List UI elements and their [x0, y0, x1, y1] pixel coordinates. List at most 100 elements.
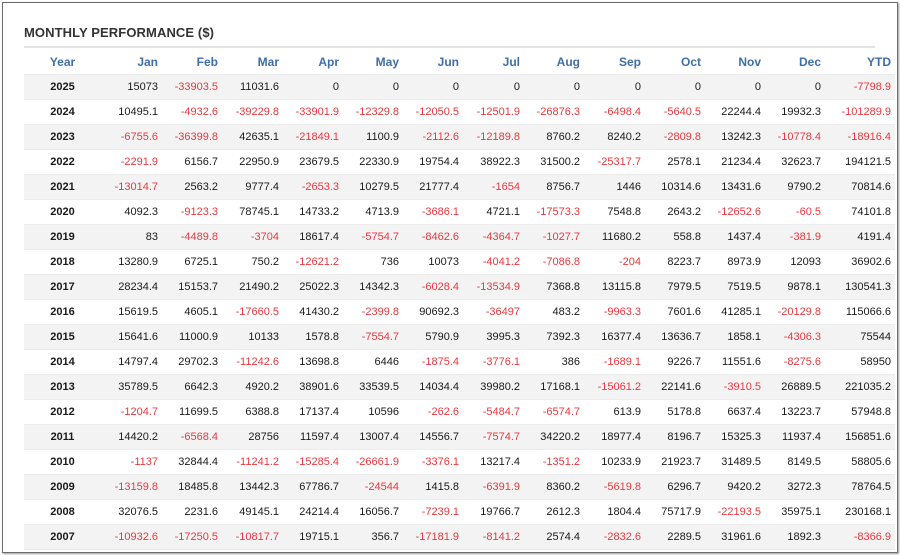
value-cell-ytd: -8366.9 — [825, 524, 895, 550]
value-cell-sep: -25317.7 — [584, 149, 645, 175]
value-cell-nov: 13431.6 — [705, 174, 765, 200]
value-cell-dec: -8275.6 — [765, 349, 825, 375]
value-cell-jun: -3686.1 — [403, 199, 463, 225]
value-cell-oct: 7979.5 — [645, 274, 705, 300]
value-cell-feb: -4932.6 — [162, 99, 222, 125]
value-cell-jan: 14420.2 — [101, 424, 162, 450]
value-cell-apr: 19715.1 — [283, 524, 343, 550]
value-cell-jun: 0 — [403, 74, 463, 100]
value-cell-mar: 49145.1 — [222, 499, 283, 525]
panel-title: MONTHLY PERFORMANCE ($) — [24, 25, 215, 40]
value-cell-ytd: 130541.3 — [825, 274, 895, 300]
value-cell-sep: 1804.4 — [584, 499, 645, 525]
value-cell-may: 356.7 — [343, 524, 403, 550]
value-cell-aug: 7392.3 — [524, 324, 584, 350]
value-cell-nov: 22244.4 — [705, 99, 765, 125]
table-body: 2025 15073 -33903.5 11031.6 0 0 0 0 0 0 0 0 0 -7798.9… — [24, 74, 895, 550]
value-cell-nov: 9420.2 — [705, 474, 765, 500]
value-cell-ytd: 4191.4 — [825, 224, 895, 250]
value-cell-feb: 11000.9 — [162, 324, 222, 350]
value-cell-mar: -11241.2 — [222, 449, 283, 475]
value-cell-apr: -2653.3 — [283, 174, 343, 200]
value-cell-ytd: 115066.6 — [825, 299, 895, 325]
value-cell-apr: 41430.2 — [283, 299, 343, 325]
table-row: 2012 -1204.7 11699.5 6388.8 17137.4 10596 -262… — [24, 399, 895, 425]
column-header-aug[interactable]: Aug — [524, 49, 584, 75]
year-cell: 2010 — [24, 449, 101, 475]
value-cell-oct: 5178.8 — [645, 399, 705, 425]
value-cell-mar: 42635.1 — [222, 124, 283, 150]
value-cell-dec: -60.5 — [765, 199, 825, 225]
table-row: 2009 -13159.8 18485.8 13442.3 67786.7 -24544 1… — [24, 474, 895, 500]
column-header-jan[interactable]: Jan — [101, 49, 162, 75]
value-cell-sep: -15061.2 — [584, 374, 645, 400]
column-header-jul[interactable]: Jul — [463, 49, 524, 75]
value-cell-apr: -15285.4 — [283, 449, 343, 475]
value-cell-jun: 90692.3 — [403, 299, 463, 325]
year-cell: 2014 — [24, 349, 101, 375]
value-cell-jan: 32076.5 — [101, 499, 162, 525]
column-header-feb[interactable]: Feb — [162, 49, 222, 75]
value-cell-aug: 483.2 — [524, 299, 584, 325]
value-cell-feb: 6156.7 — [162, 149, 222, 175]
value-cell-jul: -1654 — [463, 174, 524, 200]
table-row: 2024 10495.1 -4932.6 -39229.8 -33901.9 -12329… — [24, 99, 895, 125]
year-cell: 2024 — [24, 99, 101, 125]
value-cell-may: 10596 — [343, 399, 403, 425]
value-cell-mar: 750.2 — [222, 249, 283, 275]
value-cell-jul: 4721.1 — [463, 199, 524, 225]
value-cell-jan: 35789.5 — [101, 374, 162, 400]
table-row: 2007 -10932.6 -17250.5 -10817.7 19715.1 356.7… — [24, 524, 895, 550]
value-cell-feb: 2563.2 — [162, 174, 222, 200]
value-cell-jan: 10495.1 — [101, 99, 162, 125]
year-cell: 2019 — [24, 224, 101, 250]
value-cell-may: -2399.8 — [343, 299, 403, 325]
column-header-oct[interactable]: Oct — [645, 49, 705, 75]
value-cell-jan: -1137 — [101, 449, 162, 475]
column-header-dec[interactable]: Dec — [765, 49, 825, 75]
column-header-may[interactable]: May — [343, 49, 403, 75]
value-cell-ytd: 194121.5 — [825, 149, 895, 175]
value-cell-may: 10279.5 — [343, 174, 403, 200]
value-cell-may: -24544 — [343, 474, 403, 500]
column-header-ytd[interactable]: YTD — [825, 49, 895, 75]
year-cell: 2007 — [24, 524, 101, 550]
value-cell-apr: 14733.2 — [283, 199, 343, 225]
value-cell-aug: -1027.7 — [524, 224, 584, 250]
value-cell-nov: 31489.5 — [705, 449, 765, 475]
value-cell-nov: -22193.5 — [705, 499, 765, 525]
value-cell-aug: 0 — [524, 74, 584, 100]
year-cell: 2021 — [24, 174, 101, 200]
column-header-jun[interactable]: Jun — [403, 49, 463, 75]
value-cell-aug: -7086.8 — [524, 249, 584, 275]
value-cell-oct: -5640.5 — [645, 99, 705, 125]
value-cell-apr: 24214.4 — [283, 499, 343, 525]
year-cell: 2008 — [24, 499, 101, 525]
value-cell-ytd: 58805.6 — [825, 449, 895, 475]
value-cell-jun: 19754.4 — [403, 149, 463, 175]
column-header-year[interactable]: Year — [24, 49, 101, 75]
value-cell-nov: 6637.4 — [705, 399, 765, 425]
column-header-sep[interactable]: Sep — [584, 49, 645, 75]
value-cell-apr: -33901.9 — [283, 99, 343, 125]
value-cell-oct: 2289.5 — [645, 524, 705, 550]
value-cell-oct: 0 — [645, 74, 705, 100]
value-cell-mar: 22950.9 — [222, 149, 283, 175]
value-cell-apr: 11597.4 — [283, 424, 343, 450]
value-cell-may: 4713.9 — [343, 199, 403, 225]
value-cell-ytd: -18916.4 — [825, 124, 895, 150]
value-cell-ytd: 58950 — [825, 349, 895, 375]
column-header-apr[interactable]: Apr — [283, 49, 343, 75]
column-header-mar[interactable]: Mar — [222, 49, 283, 75]
value-cell-mar: -17660.5 — [222, 299, 283, 325]
value-cell-jul: -13534.9 — [463, 274, 524, 300]
value-cell-aug: 34220.2 — [524, 424, 584, 450]
column-header-nov[interactable]: Nov — [705, 49, 765, 75]
table-row: 2016 15619.5 4605.1 -17660.5 41430.2 -2399.8 9… — [24, 299, 895, 325]
value-cell-mar: 6388.8 — [222, 399, 283, 425]
value-cell-ytd: 70814.6 — [825, 174, 895, 200]
value-cell-jul: 19766.7 — [463, 499, 524, 525]
value-cell-nov: 13242.3 — [705, 124, 765, 150]
value-cell-feb: 32844.4 — [162, 449, 222, 475]
value-cell-dec: 35975.1 — [765, 499, 825, 525]
